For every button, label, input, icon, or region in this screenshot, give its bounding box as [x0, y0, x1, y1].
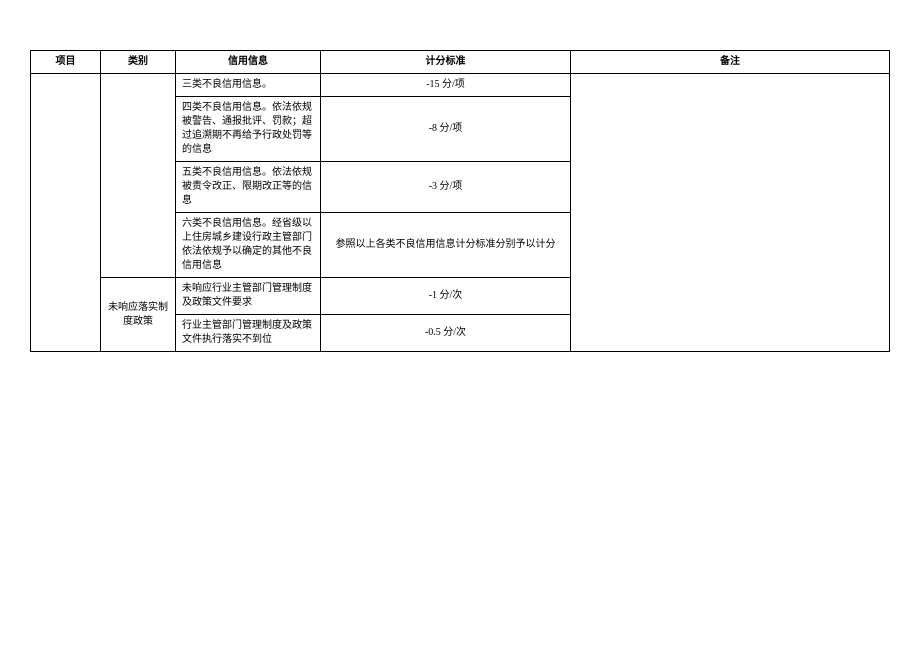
- score-cell: -15 分/项: [321, 74, 571, 97]
- table-header-row: 项目 类别 信用信息 计分标准 备注: [31, 51, 890, 74]
- score-cell: -1 分/次: [321, 278, 571, 315]
- table-row: 三类不良信用信息。 -15 分/项: [31, 74, 890, 97]
- score-cell: -3 分/项: [321, 162, 571, 213]
- score-cell: -8 分/项: [321, 97, 571, 162]
- info-cell: 三类不良信用信息。: [176, 74, 321, 97]
- header-score: 计分标准: [321, 51, 571, 74]
- info-cell: 四类不良信用信息。依法依规被警告、通报批评、罚款；超过追溯期不再给予行政处罚等的…: [176, 97, 321, 162]
- category-cell-2: 未响应落实制度政策: [101, 278, 176, 352]
- category-cell-1: [101, 74, 176, 278]
- header-info: 信用信息: [176, 51, 321, 74]
- info-cell: 六类不良信用信息。经省级以上住房城乡建设行政主管部门依法依规予以确定的其他不良信…: [176, 213, 321, 278]
- remark-cell: [571, 74, 890, 352]
- info-cell: 五类不良信用信息。依法依规被责令改正、限期改正等的信息: [176, 162, 321, 213]
- header-remark: 备注: [571, 51, 890, 74]
- header-project: 项目: [31, 51, 101, 74]
- project-cell: [31, 74, 101, 352]
- header-category: 类别: [101, 51, 176, 74]
- info-cell: 行业主管部门管理制度及政策文件执行落实不到位: [176, 315, 321, 352]
- info-cell: 未响应行业主管部门管理制度及政策文件要求: [176, 278, 321, 315]
- score-cell: -0.5 分/次: [321, 315, 571, 352]
- scoring-table: 项目 类别 信用信息 计分标准 备注 三类不良信用信息。 -15 分/项 四类不…: [30, 50, 890, 352]
- score-cell: 参照以上各类不良信用信息计分标准分别予以计分: [321, 213, 571, 278]
